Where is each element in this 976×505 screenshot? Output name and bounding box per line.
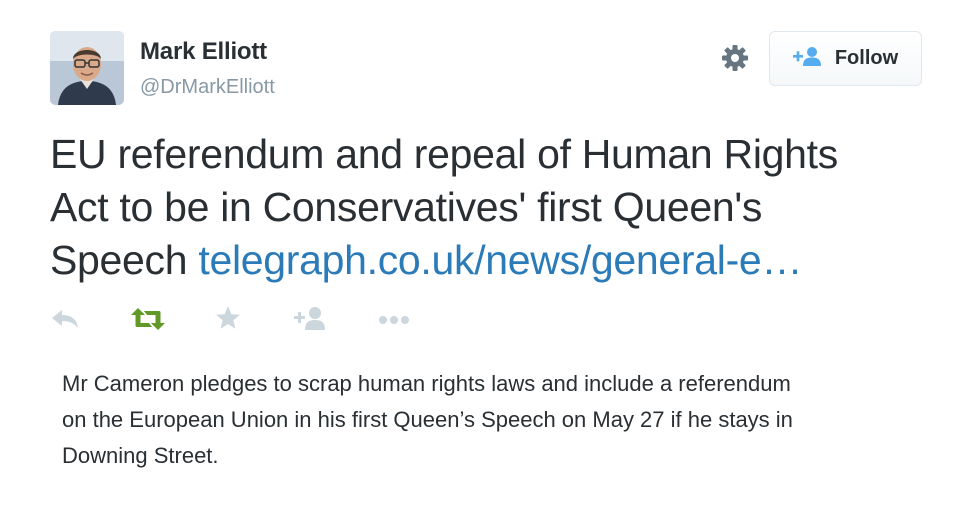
retweet-icon[interactable]	[130, 306, 166, 337]
star-icon[interactable]	[215, 305, 241, 336]
summary-line: on the European Union in his first Queen…	[62, 407, 793, 432]
more-icon[interactable]	[378, 312, 410, 330]
tweet-line: Act to be in Conservatives' first Queen'…	[50, 184, 763, 230]
author-name[interactable]: Mark Elliott	[140, 38, 267, 66]
card-summary[interactable]: Mr Cameron pledges to scrap human rights…	[62, 366, 932, 474]
tweet-line-text: Speech	[50, 237, 199, 283]
follow-button[interactable]: Follow	[769, 31, 922, 86]
summary-line: Downing Street.	[62, 443, 219, 468]
tweet-link[interactable]: telegraph.co.uk/news/general-e…	[198, 237, 802, 283]
reply-icon[interactable]	[50, 308, 80, 335]
follow-label: Follow	[834, 47, 899, 69]
tweet-line: Speech telegraph.co.uk/news/general-e…	[50, 234, 950, 287]
author-handle[interactable]: @DrMarkElliott	[140, 76, 275, 99]
summary-line: Mr Cameron pledges to scrap human rights…	[62, 371, 791, 396]
tweet-text: EU referendum and repeal of Human Rights…	[50, 128, 950, 287]
add-user-icon	[792, 46, 823, 72]
tweet-line: EU referendum and repeal of Human Rights	[50, 131, 838, 177]
avatar[interactable]	[50, 31, 124, 105]
gear-icon[interactable]	[719, 42, 751, 74]
add-user-icon[interactable]	[294, 306, 326, 335]
